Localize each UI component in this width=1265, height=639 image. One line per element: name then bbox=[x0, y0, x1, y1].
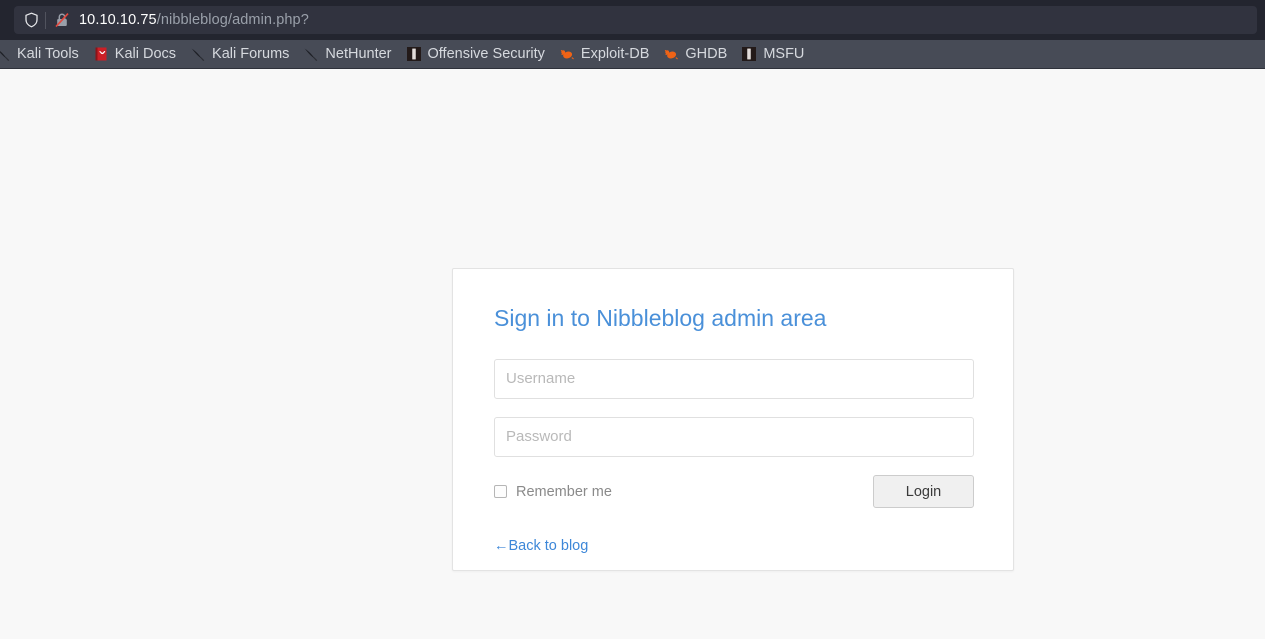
page-content: Sign in to Nibbleblog admin area Remembe… bbox=[0, 69, 1265, 638]
remember-me-checkbox[interactable] bbox=[494, 485, 507, 498]
orange-bug-icon bbox=[559, 46, 575, 62]
bookmark-msfu[interactable]: MSFU bbox=[734, 42, 811, 66]
bookmark-label: Exploit-DB bbox=[581, 46, 650, 62]
login-button[interactable]: Login bbox=[873, 475, 974, 508]
remember-me-label: Remember me bbox=[516, 484, 612, 500]
back-to-blog-label: Back to blog bbox=[509, 538, 589, 554]
kali-dragon-icon bbox=[190, 46, 206, 62]
bookmark-label: NetHunter bbox=[325, 46, 391, 62]
browser-chrome: 10.10.10.75/nibbleblog/admin.php? Kali T… bbox=[0, 0, 1265, 69]
bookmark-offensive-security[interactable]: Offensive Security bbox=[399, 42, 552, 66]
lock-crossed-icon[interactable] bbox=[51, 9, 73, 31]
red-book-icon bbox=[93, 46, 109, 62]
kali-dragon-icon bbox=[303, 46, 319, 62]
page-title: Sign in to Nibbleblog admin area bbox=[494, 305, 974, 333]
bookmark-nethunter[interactable]: NetHunter bbox=[296, 42, 398, 66]
bookmark-label: MSFU bbox=[763, 46, 804, 62]
left-arrow-icon: ← bbox=[494, 538, 509, 554]
bookmarks-bar: Kali Tools Kali Docs Kali Forums bbox=[0, 40, 1265, 69]
browser-toolbar: 10.10.10.75/nibbleblog/admin.php? bbox=[0, 0, 1265, 40]
bookmark-ghdb[interactable]: GHDB bbox=[656, 42, 734, 66]
url-host: 10.10.10.75 bbox=[79, 12, 157, 28]
form-actions-row: Remember me Login bbox=[494, 475, 974, 509]
bookmark-label: Kali Forums bbox=[212, 46, 289, 62]
login-card: Sign in to Nibbleblog admin area Remembe… bbox=[452, 268, 1014, 571]
login-form: Sign in to Nibbleblog admin area Remembe… bbox=[494, 305, 974, 555]
offsec-column-icon bbox=[406, 46, 422, 62]
bookmark-label: Kali Tools bbox=[17, 46, 79, 62]
bookmark-kali-docs[interactable]: Kali Docs bbox=[86, 42, 183, 66]
bookmark-label: Kali Docs bbox=[115, 46, 176, 62]
url-text[interactable]: 10.10.10.75/nibbleblog/admin.php? bbox=[79, 12, 309, 28]
remember-me-group[interactable]: Remember me bbox=[494, 484, 612, 500]
offsec-column-icon bbox=[741, 46, 757, 62]
bookmark-exploit-db[interactable]: Exploit-DB bbox=[552, 42, 657, 66]
shield-icon[interactable] bbox=[20, 9, 42, 31]
back-to-blog-link[interactable]: ←Back to blog bbox=[494, 538, 588, 554]
bookmark-kali-tools[interactable]: Kali Tools bbox=[0, 42, 86, 66]
bookmark-label: GHDB bbox=[685, 46, 727, 62]
bookmark-kali-forums[interactable]: Kali Forums bbox=[183, 42, 296, 66]
password-input[interactable] bbox=[494, 417, 974, 457]
kali-dragon-icon bbox=[0, 46, 11, 62]
bookmark-label: Offensive Security bbox=[428, 46, 545, 62]
url-bar[interactable]: 10.10.10.75/nibbleblog/admin.php? bbox=[14, 6, 1257, 34]
orange-bug-icon bbox=[663, 46, 679, 62]
url-path: /nibbleblog/admin.php? bbox=[157, 12, 309, 28]
urlbar-divider bbox=[45, 12, 46, 29]
username-input[interactable] bbox=[494, 359, 974, 399]
